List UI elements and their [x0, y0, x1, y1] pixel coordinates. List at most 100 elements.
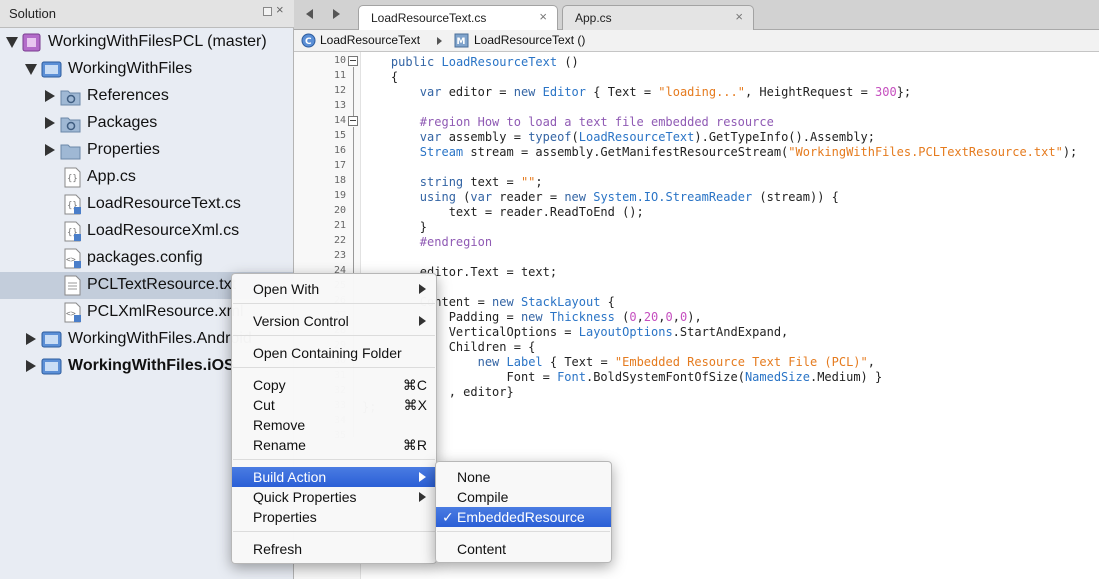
menu-item-label: Properties — [253, 509, 317, 525]
menu-item-label: Remove — [253, 417, 306, 433]
csharp-file-icon: {} — [62, 194, 83, 215]
menu-item-none[interactable]: None — [436, 467, 611, 487]
svg-text:{}: {} — [67, 174, 78, 184]
disclosure-closed-icon[interactable] — [45, 90, 55, 102]
menu-item-label: Copy — [253, 377, 286, 393]
menu-item-open-with[interactable]: Open With — [232, 279, 436, 299]
close-tab-icon[interactable]: × — [735, 9, 743, 24]
folder-packages-icon — [60, 113, 81, 134]
menu-separator — [233, 335, 435, 336]
tab-loadresourcetext[interactable]: LoadResourceText.cs × — [358, 5, 558, 30]
line-number: 15 — [333, 130, 346, 141]
code-line: Font = Font.BoldSystemFontOfSize(NamedSi… — [362, 370, 883, 384]
tree-item-label: WorkingWithFiles.Android — [68, 330, 252, 347]
line-number: 20 — [333, 205, 346, 216]
menu-item-content[interactable]: Content — [436, 539, 611, 559]
line-number: 14 — [333, 115, 346, 126]
solution-title: Solution — [9, 6, 56, 21]
close-tab-icon[interactable]: × — [539, 9, 547, 24]
tree-item-loadresourcexml-cs[interactable]: {} LoadResourceXml.cs — [0, 218, 293, 245]
solution-header: Solution × — [0, 0, 294, 28]
menu-separator — [233, 367, 435, 368]
tab-label: App.cs — [575, 11, 612, 25]
disclosure-open-icon[interactable] — [6, 37, 18, 48]
project-icon — [41, 329, 62, 350]
build-action-submenu: None Compile ✓ EmbeddedResource Content — [435, 461, 612, 563]
line-number: 10 — [333, 55, 346, 66]
tree-item-label: PCLXmlResource.xml — [87, 303, 244, 320]
nav-forward-icon[interactable] — [333, 9, 340, 19]
menu-item-embeddedresource[interactable]: ✓ EmbeddedResource — [436, 507, 611, 527]
breadcrumb-member[interactable]: LoadResourceText () — [474, 33, 585, 47]
menu-item-label: None — [457, 469, 491, 485]
csharp-file-icon: {} — [62, 221, 83, 242]
menu-item-remove[interactable]: Remove — [232, 415, 436, 435]
disclosure-closed-icon[interactable] — [45, 144, 55, 156]
code-line: Stream stream = assembly.GetManifestReso… — [419, 145, 1078, 159]
tree-item-label: Properties — [87, 141, 160, 158]
tree-item-solution[interactable]: WorkingWithFilesPCL (master) — [0, 29, 293, 56]
tree-item-label: WorkingWithFiles.iOS — [68, 357, 235, 374]
project-icon — [41, 356, 62, 377]
tree-item-packages[interactable]: Packages — [0, 110, 293, 137]
menu-item-build-action[interactable]: Build Action — [232, 467, 436, 487]
code-line: var assembly = typeof(LoadResourceText).… — [419, 130, 875, 144]
folder-icon — [60, 140, 81, 161]
line-number: 12 — [333, 85, 346, 96]
tree-item-label: WorkingWithFilesPCL (master) — [48, 33, 267, 50]
menu-item-label: Version Control — [253, 313, 349, 329]
tree-item-label: References — [87, 87, 169, 104]
tree-item-loadresourcetext-cs[interactable]: {} LoadResourceText.cs — [0, 191, 293, 218]
menu-item-refresh[interactable]: Refresh — [232, 539, 436, 559]
svg-text:C: C — [305, 37, 312, 47]
tree-item-app-cs[interactable]: {} App.cs — [0, 164, 293, 191]
breadcrumb-class[interactable]: LoadResourceText — [320, 33, 420, 47]
menu-item-label: Compile — [457, 489, 509, 505]
folder-references-icon — [60, 86, 81, 107]
submenu-arrow-icon — [419, 316, 426, 326]
tree-item-project[interactable]: WorkingWithFiles — [0, 56, 293, 83]
menu-item-version-control[interactable]: Version Control — [232, 311, 436, 331]
class-icon: C — [301, 33, 316, 48]
minimize-pane-button[interactable] — [263, 7, 272, 16]
submenu-arrow-icon — [419, 284, 426, 294]
menu-item-quick-properties[interactable]: Quick Properties — [232, 487, 436, 507]
disclosure-open-icon[interactable] — [25, 64, 37, 75]
fold-line — [353, 67, 354, 116]
disclosure-closed-icon[interactable] — [26, 360, 36, 372]
close-pane-button[interactable]: × — [276, 3, 284, 16]
tree-item-label: LoadResourceText.cs — [87, 195, 241, 212]
disclosure-closed-icon[interactable] — [45, 117, 55, 129]
menu-item-cut[interactable]: Cut ⌘X — [232, 395, 436, 415]
menu-item-label: Rename — [253, 437, 306, 453]
tree-item-label: packages.config — [87, 249, 203, 266]
line-number: 23 — [333, 250, 346, 261]
menu-item-copy[interactable]: Copy ⌘C — [232, 375, 436, 395]
code-line: } — [362, 220, 428, 234]
tab-app-cs[interactable]: App.cs × — [562, 5, 754, 30]
disclosure-closed-icon[interactable] — [26, 333, 36, 345]
menu-item-rename[interactable]: Rename ⌘R — [232, 435, 436, 455]
line-number: 21 — [333, 220, 346, 231]
code-line: string text = ""; — [419, 175, 543, 189]
nav-back-icon[interactable] — [306, 9, 313, 19]
fold-toggle-icon[interactable] — [348, 56, 358, 66]
tree-item-references[interactable]: References — [0, 83, 293, 110]
checkmark-icon: ✓ — [442, 509, 454, 525]
submenu-arrow-icon — [419, 472, 426, 482]
code-line: new Label { Text = "Embedded Resource Te… — [477, 355, 875, 369]
line-number: 17 — [333, 160, 346, 171]
editor-tab-bar: LoadResourceText.cs × App.cs × — [294, 0, 1099, 30]
menu-item-compile[interactable]: Compile — [436, 487, 611, 507]
line-number: 19 — [333, 190, 346, 201]
menu-item-label: Quick Properties — [253, 489, 357, 505]
menu-item-open-containing-folder[interactable]: Open Containing Folder — [232, 343, 436, 363]
code-line: text = reader.ReadToEnd (); — [362, 205, 644, 219]
fold-toggle-icon[interactable] — [348, 116, 358, 126]
line-number: 11 — [333, 70, 346, 81]
tree-item-label: WorkingWithFiles — [68, 60, 193, 77]
tree-item-properties[interactable]: Properties — [0, 137, 293, 164]
menu-separator — [233, 459, 435, 460]
tree-item-packages-config[interactable]: <> packages.config — [0, 245, 293, 272]
menu-item-properties[interactable]: Properties — [232, 507, 436, 527]
